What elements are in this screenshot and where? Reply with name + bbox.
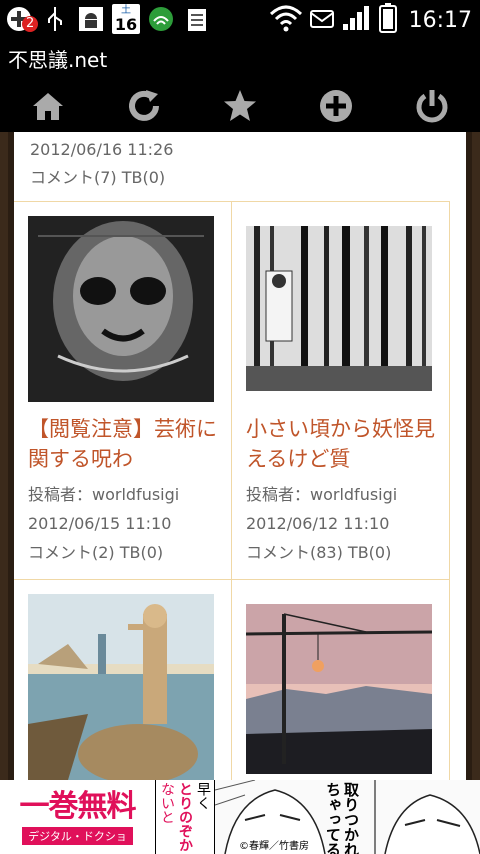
article-thumbnail[interactable] [28,216,214,402]
star-icon [224,90,256,121]
article-card[interactable] [232,580,450,780]
android-debug-icon [76,4,106,34]
power-button[interactable] [402,82,462,130]
article-thumbnail[interactable] [246,594,432,780]
wifi-icon [269,4,303,36]
ad-text-1: 早く [195,782,211,810]
notification-count: 2 [22,16,39,32]
article-title[interactable]: 小さい頃から妖怪見えるけど質 [246,414,435,474]
battery-icon [378,3,397,37]
page-title: 不思議.net [0,40,480,80]
reload-icon [129,90,159,121]
ad-text-2: とりのぞか [177,782,193,852]
article-date: 2012/06/15 11:10 [28,514,172,533]
ad-text-panel[interactable]: 早く とりのぞか ないと [155,780,215,854]
article-stats: コメント(83) TB(0) [246,543,392,562]
browser-toolbar [0,80,480,132]
article-card[interactable]: 【閲覧注意】芸術に関する呪わ 投稿者：worldfusigi 2012/06/1… [14,202,232,580]
article-card[interactable] [14,580,232,780]
clock: 16:17 [408,7,472,33]
article-title[interactable]: 【閲覧注意】芸術に関する呪わ [28,414,217,474]
article-author: 投稿者：worldfusigi [28,485,180,504]
home-button[interactable] [18,82,78,130]
notification-badge-icon: 2 [4,4,39,34]
article-author: 投稿者：worldfusigi [246,485,398,504]
clipboard-icon [182,4,212,34]
article-frame: 2012/06/16 11:26 コメント(7) TB(0) 【閲覧注意】芸術に… [0,132,480,780]
previous-item[interactable]: 2012/06/16 11:26 コメント(7) TB(0) [14,132,450,202]
home-icon [33,93,63,120]
ad-manga-text-2: ちゃってる [324,782,342,854]
ad-sub-text: デジタル・ドクショ [22,827,133,845]
ad-text-3: ないと [159,782,175,824]
content-area[interactable]: 2012/06/16 11:26 コメント(7) TB(0) 【閲覧注意】芸術に… [0,132,480,780]
signal-icon [341,4,373,36]
ad-manga-panel[interactable]: 取りつかれ ちゃってる ©春輝／竹書房 [215,780,480,854]
ad-logo[interactable]: 一巻無料 デジタル・ドクショ [0,780,155,854]
article-date: 2012/06/12 11:10 [246,514,390,533]
calendar-day: 16 [114,15,138,34]
bookmark-button[interactable] [210,82,270,130]
article-thumbnail[interactable] [28,594,214,780]
power-icon [416,90,448,123]
previous-item-stats: コメント(7) TB(0) [30,168,166,187]
add-icon [320,90,352,122]
article-card[interactable]: 小さい頃から妖怪見えるけど質 投稿者：worldfusigi 2012/06/1… [232,202,450,580]
mail-icon [309,4,335,36]
add-button[interactable] [306,82,366,130]
reload-button[interactable] [114,82,174,130]
ad-credit: ©春輝／竹書房 [239,837,309,852]
ad-main-text: 一巻無料 [19,789,137,824]
calendar-icon: 土 16 [112,4,140,34]
usb-icon [40,4,70,34]
previous-item-date: 2012/06/16 11:26 [30,140,174,159]
article-stats: コメント(2) TB(0) [28,543,164,562]
status-bar: 2 土 16 16:17 [0,0,480,40]
article-thumbnail[interactable] [246,216,432,402]
ad-banner[interactable]: 一巻無料 デジタル・ドクショ 早く とりのぞか ないと 取りつかれ ちゃってる … [0,780,480,854]
ad-manga-text-1: 取りつかれ [342,782,360,854]
security-icon [146,4,176,34]
